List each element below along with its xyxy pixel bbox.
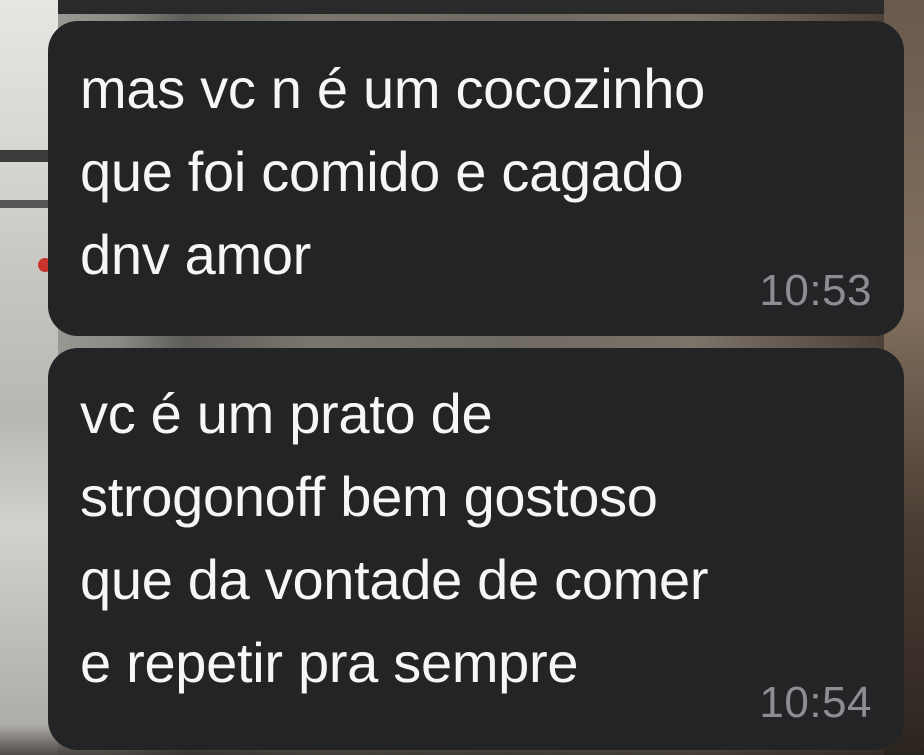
message-text: vc é um prato de strogonoff bem gostoso … — [80, 382, 709, 694]
message-text: mas vc n é um cocozinho que foi comido e… — [80, 57, 705, 286]
message-bubble[interactable]: vc é um prato de strogonoff bem gostoso … — [48, 348, 904, 750]
message-timestamp: 10:53 — [759, 266, 872, 315]
message-bubble[interactable]: mas vc n é um cocozinho que foi comido e… — [48, 21, 904, 336]
chat-thread: mas vc n é um cocozinho que foi comido e… — [0, 0, 924, 755]
message-timestamp: 10:54 — [759, 678, 872, 727]
